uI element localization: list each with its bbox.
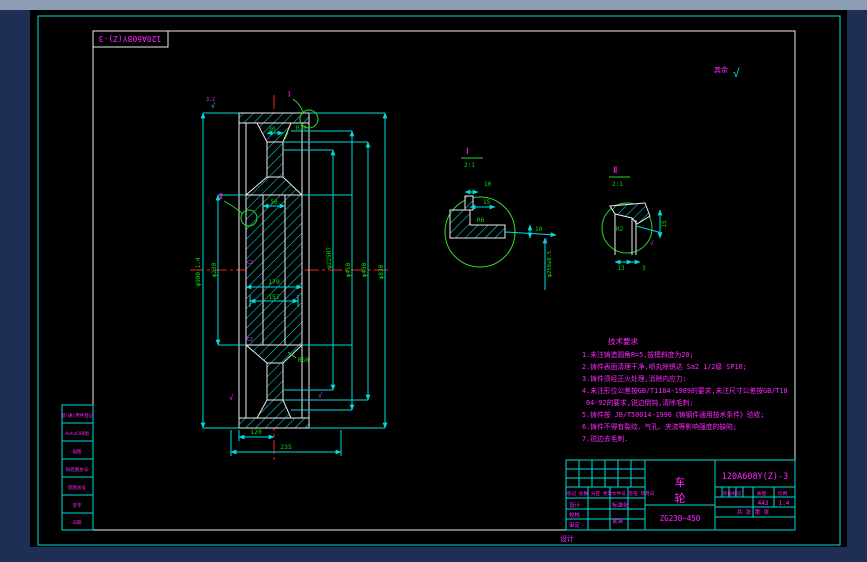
dim-right-3: φ430 <box>361 262 368 277</box>
note-line: 2.铸件表面清理干净,喷丸除锈达 Sa2 1/2级 SP10; <box>582 362 747 371</box>
dim-left-outer: φ900-1.4 <box>195 257 202 286</box>
roughness-check-icon: √ <box>733 67 740 80</box>
scale-label: 比例 <box>778 490 788 497</box>
detail-1-dim-right: 10 <box>535 226 543 233</box>
signature-row-label: 校核 <box>569 511 581 519</box>
margin-box-label: 借(通)用件登记 <box>61 412 94 419</box>
detail-2-scale: 2:1 <box>612 181 623 188</box>
detail-2-label: Ⅱ <box>613 166 617 176</box>
detail-1-scale: 2:1 <box>464 162 475 169</box>
drawing-number: 120A608Y(Z)-3 <box>722 472 789 482</box>
note-line: 6.铸件不得有裂纹、气孔、夹渣等影响强度的缺陷; <box>582 422 737 431</box>
dim-left-inner: φ230 <box>211 262 218 277</box>
margin-box-label: 描图 <box>73 448 82 455</box>
scale-value: 1:4 <box>779 500 790 507</box>
dim-tread-half: 120 <box>250 428 262 436</box>
dim-right-4: φ830 <box>378 264 385 279</box>
title-block-header-row: 标记 处数 分区 更改文件号 签名 年月日 <box>567 490 654 497</box>
roughness-check-icon: √ <box>544 238 548 245</box>
dim-right-1: φ225H7 <box>326 247 333 269</box>
dim-fillet-hub: R50 <box>298 357 309 364</box>
note-line: 04-92的要求,锐边倒钝,清除毛刺; <box>586 398 694 407</box>
window-top-bar <box>0 0 867 10</box>
detail-1-radius: R6 <box>477 217 485 224</box>
cad-viewer-window: 120A608Y(Z)-3 借(通)用件登记 AutoCAD图 描图 旧底图总号… <box>0 0 867 562</box>
note-line: 7.锐边去毛刺. <box>582 434 628 443</box>
mass-value: 443 <box>758 500 769 507</box>
part-name-char: 车 <box>675 475 686 489</box>
note-line: 5.铸件按 JB/T50014-1996《铸钢件通用技术条件》验收; <box>582 410 764 419</box>
dim-chamfer-b: C2 <box>247 337 253 343</box>
signature-row-label: 批准 <box>612 517 624 525</box>
roughness-check-icon: √ <box>650 240 654 247</box>
sheet-info: 共 张 第 张 <box>737 508 769 516</box>
mass-label: 质量 <box>757 490 767 497</box>
drawing-canvas[interactable] <box>30 10 847 547</box>
dim-chamfer-a: C2 <box>247 260 253 266</box>
corner-stamp-text: 120A608Y(Z)-3 <box>99 34 162 43</box>
note-line: 3.铸件须经正火处理,消除内应力: <box>582 374 687 383</box>
margin-box-label: 旧底图总号 <box>66 466 89 473</box>
detail-1-dim-top: 10 <box>484 181 492 188</box>
dim-bore: 50 <box>270 199 278 206</box>
note-line: 4.未注形位公差按GB/T1184-1989的要求,未注尺寸公差按GB/T18 <box>582 386 788 395</box>
detail-2-radius: R2 <box>616 226 624 233</box>
detail-1-diameter: φ250±0.5 <box>547 251 553 278</box>
margin-box-label: 签字 <box>73 502 82 509</box>
dim-right-2: φ410 <box>345 262 352 277</box>
notes-title: 技术要求 <box>608 336 638 346</box>
margin-box-label: 日期 <box>73 520 82 526</box>
margin-box-label: AutoCAD图 <box>65 431 89 437</box>
other-surfaces-label: 其余 <box>714 65 728 74</box>
part-name-char: 轮 <box>675 491 686 505</box>
material-spec: ZG230~450 <box>660 514 701 523</box>
margin-box-label: 底图总号 <box>68 484 86 491</box>
stage-label: 阶段标记 <box>723 490 742 497</box>
detail-marker-2-label: Ⅱ <box>219 192 223 201</box>
signature-row-label: 设计 <box>569 501 581 509</box>
detail-marker-1-label: Ⅰ <box>288 90 290 99</box>
dim-overall-width: 235 <box>280 443 292 451</box>
dim-hub-inner: 157 <box>268 293 280 301</box>
dim-hub-length: 170 <box>268 278 280 286</box>
detail-2-dim-b: 3 <box>642 265 646 272</box>
detail-2-dim-a: 13 <box>617 265 625 272</box>
dim-fillet-top: R10 <box>296 125 307 132</box>
signature-row-label: 标准化 <box>612 501 629 509</box>
detail-2-dim-right: 15 <box>661 220 668 228</box>
detail-1-dim-width: 15 <box>483 199 491 206</box>
dim-web: 30 <box>268 126 276 133</box>
footer-label: 设计 <box>560 534 574 543</box>
note-line: 1.未注铸造圆角R=5,拔模斜度为20; <box>582 350 694 359</box>
detail-1-label: Ⅰ <box>466 147 469 157</box>
signature-row-label: 审定 <box>569 521 581 529</box>
